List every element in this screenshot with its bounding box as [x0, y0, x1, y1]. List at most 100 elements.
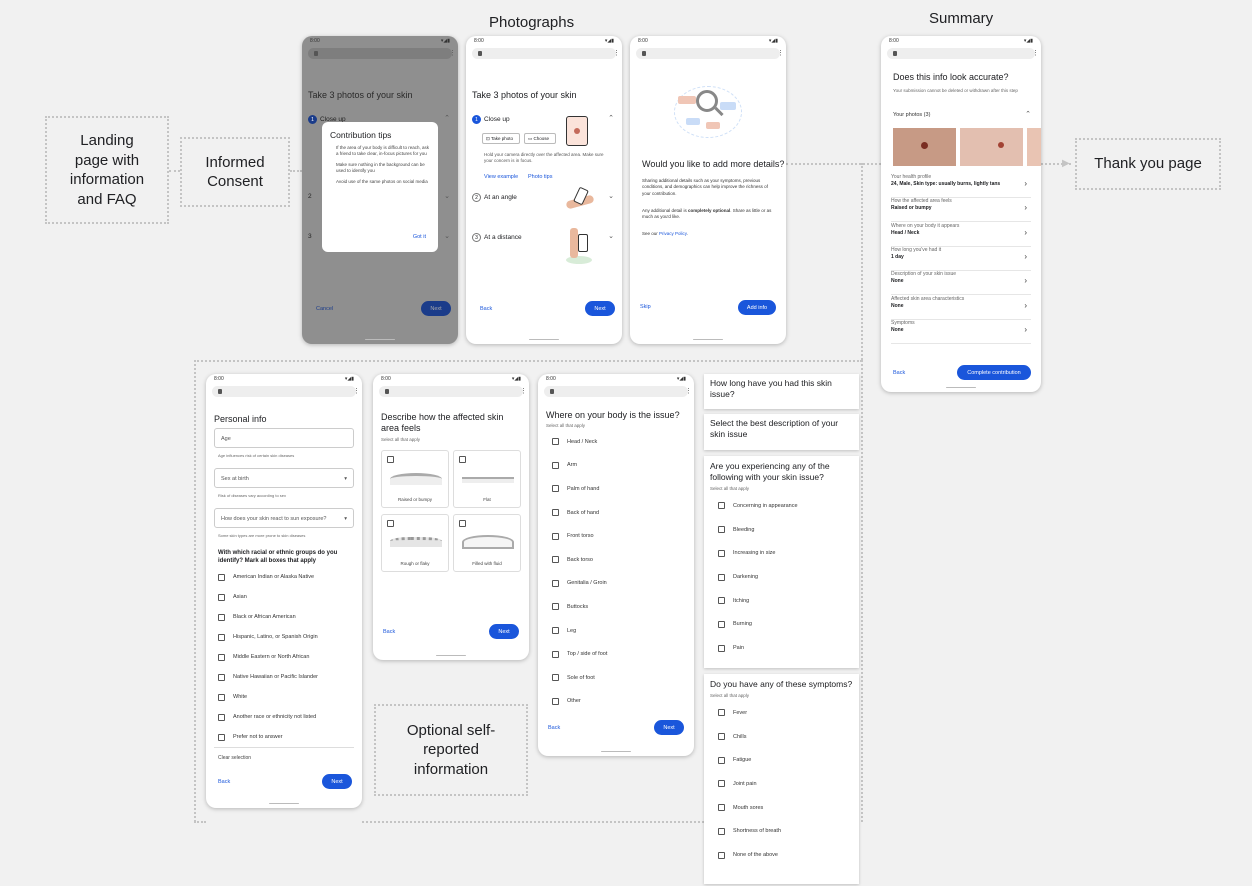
checkbox-icon[interactable]: [718, 756, 725, 764]
sex-at-birth-select[interactable]: Sex at birth ▾: [214, 468, 354, 488]
photo-2[interactable]: [960, 128, 1023, 166]
checkbox-option[interactable]: Burning: [718, 613, 853, 637]
back-button[interactable]: Back: [480, 306, 492, 312]
chevron-right-icon[interactable]: ›: [1024, 228, 1027, 237]
checkbox-option[interactable]: Pain: [718, 636, 853, 660]
checkbox-icon[interactable]: [552, 509, 559, 517]
checkbox-option[interactable]: Prefer not to answer: [218, 727, 358, 747]
feel-option-card[interactable]: Rough or flaky: [381, 514, 449, 572]
checkbox-icon[interactable]: [718, 733, 725, 741]
checkbox-icon[interactable]: [718, 644, 725, 652]
checkbox-option[interactable]: Bleeding: [718, 518, 853, 542]
sun-exposure-select[interactable]: How does your skin react to sun exposure…: [214, 508, 354, 528]
chevron-down-icon[interactable]: ⌄: [444, 232, 450, 240]
checkbox-option[interactable]: Front torso: [552, 524, 682, 548]
back-button[interactable]: Back: [548, 725, 560, 731]
chevron-right-icon[interactable]: ›: [1024, 203, 1027, 212]
more-icon[interactable]: ⋮: [777, 49, 784, 57]
checkbox-option[interactable]: Middle Eastern or North African: [218, 647, 358, 667]
summary-row[interactable]: Your health profile 24, Male, Skin type: …: [891, 174, 1031, 198]
checkbox-icon[interactable]: [718, 502, 725, 510]
checkbox-option[interactable]: Itching: [718, 589, 853, 613]
got-it-button[interactable]: Got it: [413, 234, 426, 240]
checkbox-icon[interactable]: [552, 556, 559, 564]
age-field[interactable]: Age: [214, 428, 354, 448]
checkbox-option[interactable]: White: [218, 687, 358, 707]
next-button[interactable]: Next: [421, 301, 451, 316]
step-at-an-angle[interactable]: 2 At an angle: [472, 193, 517, 202]
checkbox-icon[interactable]: [552, 603, 559, 611]
checkbox-option[interactable]: Chills: [718, 725, 853, 749]
feel-option-card[interactable]: Flat: [453, 450, 521, 508]
checkbox-option[interactable]: Black or African American: [218, 607, 358, 627]
chevron-up-icon[interactable]: ⌃: [1025, 110, 1031, 118]
address-bar[interactable]: ⋮: [379, 386, 527, 397]
checkbox-icon[interactable]: [718, 549, 725, 557]
checkbox-option[interactable]: Increasing in size: [718, 541, 853, 565]
checkbox-icon[interactable]: [718, 597, 725, 605]
checkbox-icon[interactable]: [218, 673, 225, 681]
checkbox-option[interactable]: Native Hawaiian or Pacific Islander: [218, 667, 358, 687]
checkbox-option[interactable]: Shortness of breath: [718, 819, 853, 843]
chevron-right-icon[interactable]: ›: [1024, 301, 1027, 310]
checkbox-icon[interactable]: [552, 579, 559, 587]
summary-row[interactable]: Affected skin area characteristics None ›: [891, 296, 1031, 320]
checkbox-icon[interactable]: [459, 456, 466, 463]
checkbox-option[interactable]: Joint pain: [718, 772, 853, 796]
checkbox-icon[interactable]: [218, 693, 225, 701]
checkbox-option[interactable]: Concerning in appearance: [718, 494, 853, 518]
back-button[interactable]: Back: [893, 370, 905, 376]
take-photo-button[interactable]: ⊡ Take photo: [482, 133, 520, 144]
summary-row[interactable]: Where on your body it appears Head / Neck…: [891, 223, 1031, 247]
address-bar[interactable]: ⋮: [472, 48, 620, 59]
chevron-up-icon[interactable]: ⌃: [444, 114, 450, 122]
checkbox-icon[interactable]: [552, 650, 559, 658]
checkbox-icon[interactable]: [552, 627, 559, 635]
checkbox-icon[interactable]: [718, 780, 725, 788]
checkbox-icon[interactable]: [552, 485, 559, 493]
checkbox-icon[interactable]: [459, 520, 466, 527]
chevron-right-icon[interactable]: ›: [1024, 252, 1027, 261]
summary-row[interactable]: How long you've had it 1 day ›: [891, 247, 1031, 271]
next-button[interactable]: Next: [322, 774, 352, 789]
checkbox-icon[interactable]: [718, 851, 725, 859]
checkbox-icon[interactable]: [387, 520, 394, 527]
checkbox-icon[interactable]: [718, 827, 725, 835]
checkbox-option[interactable]: American Indian or Alaska Native: [218, 567, 358, 587]
checkbox-icon[interactable]: [218, 713, 225, 721]
checkbox-icon[interactable]: [552, 697, 559, 705]
summary-row[interactable]: Symptoms None ›: [891, 320, 1031, 344]
back-button[interactable]: Back: [218, 779, 230, 785]
checkbox-option[interactable]: Other: [552, 690, 682, 714]
checkbox-option[interactable]: Back of hand: [552, 501, 682, 525]
clear-selection-button[interactable]: Clear selection: [218, 755, 251, 761]
chevron-down-icon[interactable]: ⌄: [608, 192, 614, 200]
checkbox-icon[interactable]: [218, 593, 225, 601]
feel-option-card[interactable]: Filled with fluid: [453, 514, 521, 572]
checkbox-icon[interactable]: [387, 456, 394, 463]
more-icon[interactable]: ⋮: [449, 49, 456, 57]
checkbox-icon[interactable]: [218, 633, 225, 641]
checkbox-icon[interactable]: [718, 804, 725, 812]
view-example-link[interactable]: View example: [484, 174, 518, 180]
more-icon[interactable]: ⋮: [685, 387, 692, 395]
checkbox-icon[interactable]: [718, 620, 725, 628]
checkbox-option[interactable]: Darkening: [718, 565, 853, 589]
checkbox-option[interactable]: Mouth sores: [718, 796, 853, 820]
add-info-button[interactable]: Add info: [738, 300, 776, 315]
checkbox-icon[interactable]: [552, 674, 559, 682]
address-bar[interactable]: ⋮: [308, 48, 456, 59]
checkbox-icon[interactable]: [718, 573, 725, 581]
checkbox-icon[interactable]: [218, 573, 225, 581]
checkbox-option[interactable]: None of the above: [718, 843, 853, 867]
summary-row[interactable]: Description of your skin issue None ›: [891, 271, 1031, 296]
checkbox-icon[interactable]: [552, 438, 559, 446]
more-icon[interactable]: ⋮: [1032, 49, 1039, 57]
checkbox-icon[interactable]: [718, 526, 725, 534]
checkbox-option[interactable]: Head / Neck: [552, 430, 682, 454]
checkbox-option[interactable]: Hispanic, Latino, or Spanish Origin: [218, 627, 358, 647]
summary-row[interactable]: How the affected area feels Raised or bum…: [891, 198, 1031, 223]
skip-button[interactable]: Skip: [640, 304, 651, 310]
checkbox-option[interactable]: Another race or ethnicity not listed: [218, 707, 358, 727]
checkbox-option[interactable]: Buttocks: [552, 595, 682, 619]
